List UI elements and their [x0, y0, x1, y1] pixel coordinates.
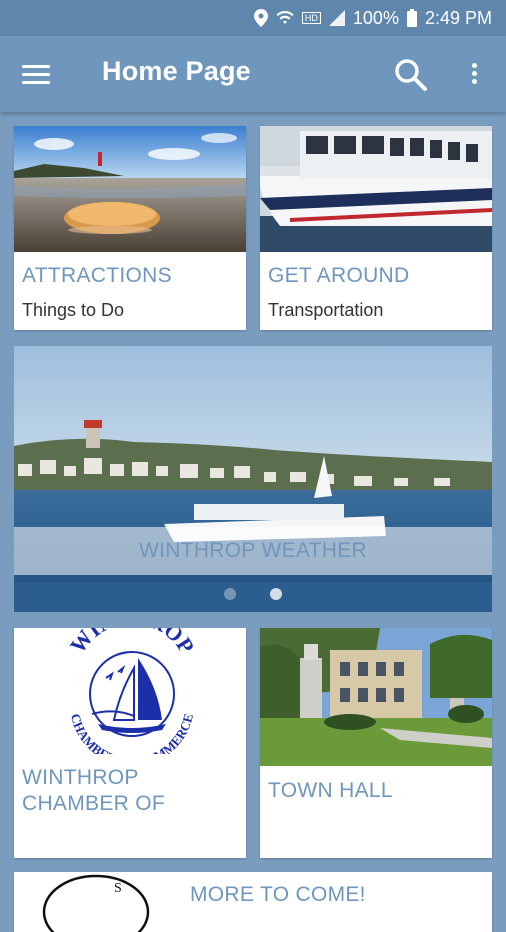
card-title: MORE TO COME!	[190, 883, 366, 906]
logo-top-text: WINTHROP	[65, 628, 200, 658]
location-icon	[253, 9, 268, 27]
card-chamber-of-commerce[interactable]: WINTHROP CHAMBER OF COMMERCE WINTHROP CH…	[14, 628, 246, 858]
menu-icon[interactable]	[22, 60, 56, 90]
card-more-to-come[interactable]: S MORE TO COME!	[14, 872, 492, 932]
town-hall-image	[260, 628, 492, 766]
banner-page-indicator	[0, 588, 506, 604]
card-title: WINTHROP CHAMBER OF	[22, 766, 166, 815]
status-bar: HD 100% 2:49 PM	[0, 0, 506, 36]
page-title: Home Page	[102, 56, 251, 86]
banner-caption: WINTHROP WEATHER	[14, 527, 492, 575]
wifi-icon	[276, 10, 294, 26]
attractions-image	[14, 126, 246, 252]
card-title: ATTRACTIONS	[22, 264, 172, 287]
hd-badge: HD	[301, 12, 321, 24]
clock: 2:49 PM	[424, 7, 492, 28]
card-title: GET AROUND	[268, 264, 410, 287]
page-dot-active[interactable]	[270, 588, 282, 600]
more-options-icon[interactable]	[462, 60, 486, 90]
battery-icon	[406, 9, 417, 27]
page-dot[interactable]	[224, 588, 236, 600]
card-title: TOWN HALL	[268, 779, 393, 802]
signal-icon	[328, 10, 345, 26]
card-town-hall[interactable]: TOWN HALL	[260, 628, 492, 858]
chamber-logo: WINTHROP CHAMBER OF COMMERCE	[14, 628, 246, 754]
more-logo: S	[42, 874, 150, 932]
app-bar: Home Page	[0, 36, 506, 112]
weather-banner[interactable]: WINTHROP WEATHER	[14, 346, 492, 612]
svg-text:S: S	[114, 881, 122, 896]
ferry-image	[260, 126, 492, 252]
card-subtitle: Transportation	[268, 300, 384, 320]
battery-level: 100%	[352, 7, 399, 28]
card-get-around[interactable]: GET AROUND Transportation	[260, 126, 492, 330]
logo-bottom-text: CHAMBER OF COMMERCE	[68, 712, 196, 754]
card-attractions[interactable]: ATTRACTIONS Things to Do	[14, 126, 246, 330]
search-icon[interactable]	[392, 56, 430, 94]
card-subtitle: Things to Do	[22, 300, 125, 320]
